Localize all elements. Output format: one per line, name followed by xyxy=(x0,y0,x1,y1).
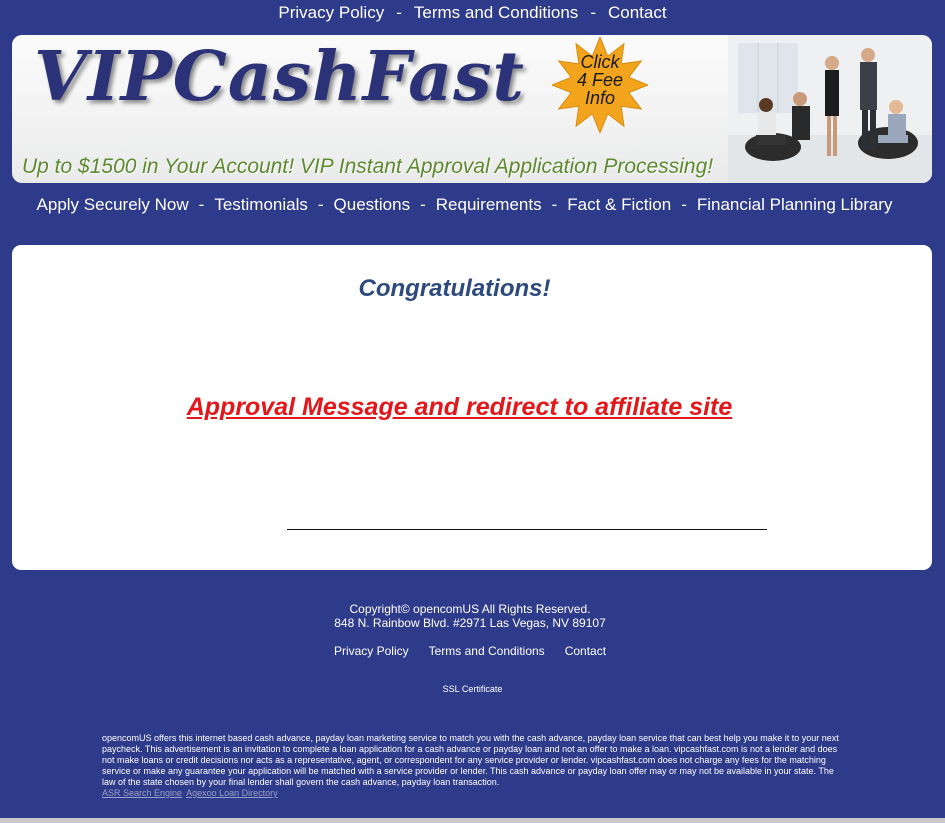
nav-questions[interactable]: Questions xyxy=(334,195,411,214)
nav-requirements[interactable]: Requirements xyxy=(436,195,542,214)
separator: - xyxy=(551,195,558,214)
separator: - xyxy=(198,195,205,214)
separator: - xyxy=(590,3,596,22)
disclaimer: opencomUS offers this internet based cas… xyxy=(102,733,847,799)
starburst-line-2: 4 Fee xyxy=(576,70,624,90)
business-people-photo xyxy=(728,35,932,183)
tagline: Up to $1500 in Your Account! VIP Instant… xyxy=(22,155,714,178)
copyright-text: Copyright© opencomUS All Rights Reserved… xyxy=(349,602,591,616)
copyright-block: Copyright© opencomUS All Rights Reserved… xyxy=(0,602,940,630)
separator: - xyxy=(681,195,687,214)
congratulations-heading: Congratulations! xyxy=(358,275,551,302)
top-nav-privacy-policy[interactable]: Privacy Policy xyxy=(278,3,384,22)
address-text: 848 N. Rainbow Blvd. #2971 Las Vegas, NV… xyxy=(334,616,606,630)
nav-testimonials[interactable]: Testimonials xyxy=(214,195,308,214)
main-nav: Apply Securely Now - Testimonials - Question… xyxy=(0,194,929,216)
starburst-line-3: Info xyxy=(584,88,616,108)
separator: - xyxy=(317,195,324,214)
content-panel: Congratulations! Approval Message and re… xyxy=(12,245,932,570)
asr-search-engine-link[interactable]: ASR Search Engine xyxy=(102,788,182,798)
top-nav-contact[interactable]: Contact xyxy=(608,3,667,22)
site-logo[interactable]: VIPCashFast xyxy=(34,37,525,117)
agexoo-loan-directory-link[interactable]: Agexoo Loan Directory xyxy=(186,788,278,798)
nav-financial-planning-library[interactable]: Financial Planning Library xyxy=(697,195,893,214)
footer-terms-and-conditions[interactable]: Terms and Conditions xyxy=(429,644,545,658)
separator: - xyxy=(420,195,426,214)
top-nav-terms-and-conditions[interactable]: Terms and Conditions xyxy=(414,3,578,22)
extra-links: ASR Search Engine Agexoo Loan Directory xyxy=(102,788,847,799)
ssl-certificate-link[interactable]: SSL Certificate xyxy=(0,684,945,694)
separator: - xyxy=(396,3,402,22)
window-bottom-edge xyxy=(0,818,945,823)
nav-fact-and-fiction[interactable]: Fact & Fiction xyxy=(567,195,671,214)
footer-privacy-policy[interactable]: Privacy Policy xyxy=(334,644,409,658)
disclaimer-text: opencomUS offers this internet based cas… xyxy=(102,733,839,787)
header-banner: VIPCashFast Click 4 Fee Info Up to $1500… xyxy=(12,35,932,183)
starburst-line-1: Click xyxy=(580,52,620,72)
footer-links: Privacy Policy Terms and Conditions Contac… xyxy=(0,644,940,658)
fee-info-link[interactable]: Click 4 Fee Info xyxy=(552,53,648,107)
footer-contact[interactable]: Contact xyxy=(565,644,606,658)
approval-redirect-message[interactable]: Approval Message and redirect to affilia… xyxy=(12,393,907,422)
divider-line xyxy=(287,529,767,530)
nav-apply-securely-now[interactable]: Apply Securely Now xyxy=(37,195,189,214)
top-nav: Privacy Policy - Terms and Conditions - Cont… xyxy=(0,2,945,24)
